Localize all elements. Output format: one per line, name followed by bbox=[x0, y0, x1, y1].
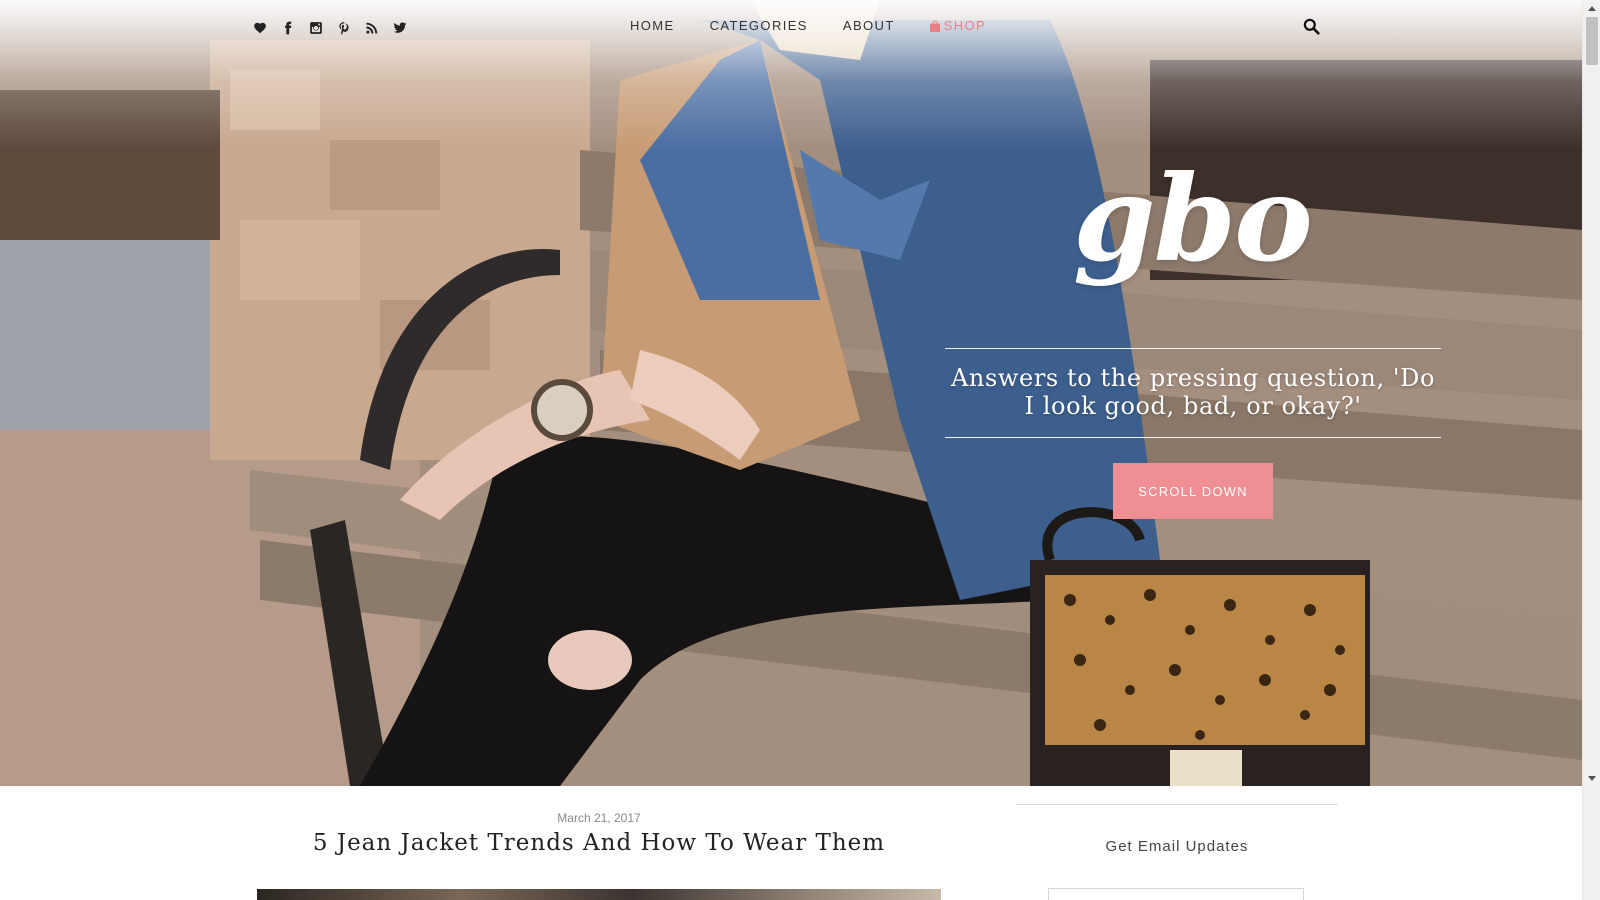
scroll-down-arrow-icon[interactable] bbox=[1583, 770, 1600, 786]
post-date: March 21, 2017 bbox=[557, 811, 641, 825]
nav-shop-label: SHOP bbox=[943, 18, 987, 33]
sidebar-divider bbox=[1016, 804, 1338, 805]
search-icon[interactable] bbox=[1303, 18, 1323, 38]
email-updates-heading: Get Email Updates bbox=[1105, 838, 1249, 855]
post-title[interactable]: 5 Jean Jacket Trends And How To Wear The… bbox=[257, 830, 941, 856]
social-icons bbox=[252, 18, 408, 38]
tagline-top-rule bbox=[945, 348, 1441, 349]
heart-icon[interactable] bbox=[252, 18, 268, 38]
main-nav: HOME CATEGORIES ABOUT SHOP bbox=[630, 18, 986, 33]
nav-categories[interactable]: CATEGORIES bbox=[710, 18, 808, 33]
site-logo[interactable]: gbo bbox=[1042, 160, 1342, 278]
site-tagline: Answers to the pressing question, 'Do I … bbox=[950, 364, 1436, 420]
rss-icon[interactable] bbox=[364, 18, 380, 38]
scrollbar-thumb[interactable] bbox=[1586, 17, 1598, 65]
facebook-icon[interactable] bbox=[280, 18, 296, 38]
pinterest-icon[interactable] bbox=[336, 18, 352, 38]
nav-shop[interactable]: SHOP bbox=[929, 18, 987, 33]
page-scrollbar[interactable] bbox=[1582, 0, 1600, 900]
scroll-down-button[interactable]: SCROLL DOWN bbox=[1113, 463, 1273, 519]
tagline-bottom-rule bbox=[945, 437, 1441, 438]
scroll-up-arrow-icon[interactable] bbox=[1583, 0, 1600, 16]
post-featured-image[interactable] bbox=[257, 889, 941, 900]
twitter-icon[interactable] bbox=[392, 18, 408, 38]
instagram-icon[interactable] bbox=[308, 18, 324, 38]
shopping-bag-icon bbox=[929, 20, 940, 32]
nav-about[interactable]: ABOUT bbox=[843, 18, 895, 33]
email-field[interactable] bbox=[1048, 888, 1304, 900]
nav-home[interactable]: HOME bbox=[630, 18, 675, 33]
